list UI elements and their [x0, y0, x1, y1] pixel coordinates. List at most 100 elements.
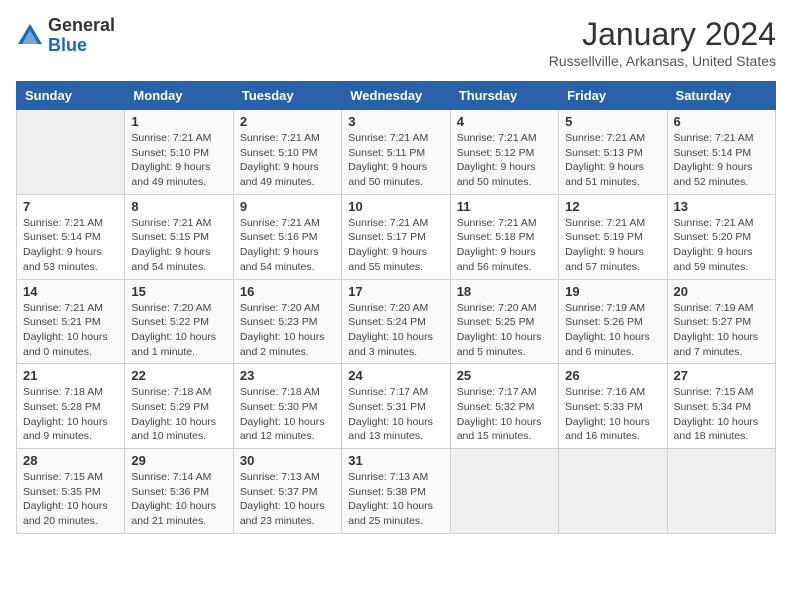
- calendar-cell: 30Sunrise: 7:13 AM Sunset: 5:37 PM Dayli…: [233, 449, 341, 534]
- day-number: 12: [565, 199, 660, 214]
- day-info: Sunrise: 7:14 AM Sunset: 5:36 PM Dayligh…: [131, 470, 226, 529]
- day-number: 13: [674, 199, 769, 214]
- calendar-cell: 6 Sunrise: 7:21 AM Sunset: 5:14 PM Daylig…: [667, 110, 775, 195]
- weekday-header-sunday: Sunday: [17, 82, 125, 110]
- day-info: Sunrise: 7:21 AM Sunset: 5:14 PM Dayligh…: [674, 131, 769, 190]
- calendar-table: SundayMondayTuesdayWednesdayThursdayFrid…: [16, 81, 776, 534]
- day-number: 10: [348, 199, 443, 214]
- day-number: 7: [23, 199, 118, 214]
- calendar-cell: 11Sunrise: 7:21 AM Sunset: 5:18 PM Dayli…: [450, 194, 558, 279]
- day-number: 27: [674, 368, 769, 383]
- week-row-1: 1 Sunrise: 7:21 AM Sunset: 5:10 PM Daylig…: [17, 110, 776, 195]
- day-number: 15: [131, 284, 226, 299]
- day-info: Sunrise: 7:21 AM Sunset: 5:10 PM Dayligh…: [131, 131, 226, 190]
- day-number: 21: [23, 368, 118, 383]
- logo: General Blue: [16, 16, 115, 56]
- day-info: Sunrise: 7:21 AM Sunset: 5:10 PM Dayligh…: [240, 131, 335, 190]
- day-number: 22: [131, 368, 226, 383]
- week-row-2: 7 Sunrise: 7:21 AM Sunset: 5:14 PM Daylig…: [17, 194, 776, 279]
- calendar-cell: 1 Sunrise: 7:21 AM Sunset: 5:10 PM Daylig…: [125, 110, 233, 195]
- weekday-header-wednesday: Wednesday: [342, 82, 450, 110]
- day-info: Sunrise: 7:20 AM Sunset: 5:22 PM Dayligh…: [131, 301, 226, 360]
- day-number: 1: [131, 114, 226, 129]
- day-number: 16: [240, 284, 335, 299]
- calendar-cell: 10 Sunrise: 7:21 AM Sunset: 5:17 PM Dayli…: [342, 194, 450, 279]
- day-info: Sunrise: 7:21 AM Sunset: 5:20 PM Dayligh…: [674, 216, 769, 275]
- calendar-cell: 28 Sunrise: 7:15 AM Sunset: 5:35 PM Dayli…: [17, 449, 125, 534]
- calendar-cell: 7 Sunrise: 7:21 AM Sunset: 5:14 PM Daylig…: [17, 194, 125, 279]
- calendar-cell: 14Sunrise: 7:21 AM Sunset: 5:21 PM Dayli…: [17, 279, 125, 364]
- day-number: 24: [348, 368, 443, 383]
- day-info: Sunrise: 7:21 AM Sunset: 5:13 PM Dayligh…: [565, 131, 660, 190]
- calendar-cell: 12 Sunrise: 7:21 AM Sunset: 5:19 PM Dayli…: [559, 194, 667, 279]
- week-row-3: 14Sunrise: 7:21 AM Sunset: 5:21 PM Dayli…: [17, 279, 776, 364]
- day-info: Sunrise: 7:21 AM Sunset: 5:16 PM Dayligh…: [240, 216, 335, 275]
- day-number: 9: [240, 199, 335, 214]
- calendar-cell: 13 Sunrise: 7:21 AM Sunset: 5:20 PM Dayli…: [667, 194, 775, 279]
- calendar-cell: [559, 449, 667, 534]
- day-number: 18: [457, 284, 552, 299]
- day-info: Sunrise: 7:15 AM Sunset: 5:35 PM Dayligh…: [23, 470, 118, 529]
- day-number: 6: [674, 114, 769, 129]
- calendar-cell: 19 Sunrise: 7:19 AM Sunset: 5:26 PM Dayli…: [559, 279, 667, 364]
- weekday-header-thursday: Thursday: [450, 82, 558, 110]
- calendar-cell: 22Sunrise: 7:18 AM Sunset: 5:29 PM Dayli…: [125, 364, 233, 449]
- calendar-cell: 9 Sunrise: 7:21 AM Sunset: 5:16 PM Daylig…: [233, 194, 341, 279]
- day-info: Sunrise: 7:18 AM Sunset: 5:30 PM Dayligh…: [240, 385, 335, 444]
- day-number: 5: [565, 114, 660, 129]
- day-number: 28: [23, 453, 118, 468]
- calendar-cell: [17, 110, 125, 195]
- day-info: Sunrise: 7:20 AM Sunset: 5:24 PM Dayligh…: [348, 301, 443, 360]
- calendar-cell: 4 Sunrise: 7:21 AM Sunset: 5:12 PM Daylig…: [450, 110, 558, 195]
- week-row-5: 28 Sunrise: 7:15 AM Sunset: 5:35 PM Dayli…: [17, 449, 776, 534]
- day-info: Sunrise: 7:16 AM Sunset: 5:33 PM Dayligh…: [565, 385, 660, 444]
- weekday-header-saturday: Saturday: [667, 82, 775, 110]
- weekday-header-tuesday: Tuesday: [233, 82, 341, 110]
- calendar-cell: 16 Sunrise: 7:20 AM Sunset: 5:23 PM Dayli…: [233, 279, 341, 364]
- day-number: 31: [348, 453, 443, 468]
- day-number: 3: [348, 114, 443, 129]
- calendar-cell: 20Sunrise: 7:19 AM Sunset: 5:27 PM Dayli…: [667, 279, 775, 364]
- day-number: 26: [565, 368, 660, 383]
- month-title: January 2024: [549, 16, 776, 53]
- logo-text: General Blue: [48, 16, 115, 56]
- day-info: Sunrise: 7:20 AM Sunset: 5:23 PM Dayligh…: [240, 301, 335, 360]
- day-info: Sunrise: 7:21 AM Sunset: 5:12 PM Dayligh…: [457, 131, 552, 190]
- page-header: General Blue January 2024 Russellville, …: [16, 16, 776, 69]
- calendar-cell: 8Sunrise: 7:21 AM Sunset: 5:15 PM Daylig…: [125, 194, 233, 279]
- day-info: Sunrise: 7:15 AM Sunset: 5:34 PM Dayligh…: [674, 385, 769, 444]
- day-number: 20: [674, 284, 769, 299]
- day-info: Sunrise: 7:21 AM Sunset: 5:19 PM Dayligh…: [565, 216, 660, 275]
- calendar-cell: 25Sunrise: 7:17 AM Sunset: 5:32 PM Dayli…: [450, 364, 558, 449]
- day-info: Sunrise: 7:21 AM Sunset: 5:17 PM Dayligh…: [348, 216, 443, 275]
- calendar-cell: 29Sunrise: 7:14 AM Sunset: 5:36 PM Dayli…: [125, 449, 233, 534]
- day-number: 19: [565, 284, 660, 299]
- day-number: 8: [131, 199, 226, 214]
- calendar-cell: 26 Sunrise: 7:16 AM Sunset: 5:33 PM Dayli…: [559, 364, 667, 449]
- calendar-cell: 21 Sunrise: 7:18 AM Sunset: 5:28 PM Dayli…: [17, 364, 125, 449]
- day-info: Sunrise: 7:21 AM Sunset: 5:18 PM Dayligh…: [457, 216, 552, 275]
- day-info: Sunrise: 7:17 AM Sunset: 5:31 PM Dayligh…: [348, 385, 443, 444]
- calendar-cell: 23Sunrise: 7:18 AM Sunset: 5:30 PM Dayli…: [233, 364, 341, 449]
- weekday-header-friday: Friday: [559, 82, 667, 110]
- day-info: Sunrise: 7:21 AM Sunset: 5:14 PM Dayligh…: [23, 216, 118, 275]
- day-number: 30: [240, 453, 335, 468]
- calendar-cell: 17Sunrise: 7:20 AM Sunset: 5:24 PM Dayli…: [342, 279, 450, 364]
- weekday-header-row: SundayMondayTuesdayWednesdayThursdayFrid…: [17, 82, 776, 110]
- calendar-cell: [450, 449, 558, 534]
- day-number: 14: [23, 284, 118, 299]
- weekday-header-monday: Monday: [125, 82, 233, 110]
- day-number: 2: [240, 114, 335, 129]
- calendar-cell: 27 Sunrise: 7:15 AM Sunset: 5:34 PM Dayli…: [667, 364, 775, 449]
- day-info: Sunrise: 7:20 AM Sunset: 5:25 PM Dayligh…: [457, 301, 552, 360]
- title-block: January 2024 Russellville, Arkansas, Uni…: [549, 16, 776, 69]
- day-number: 4: [457, 114, 552, 129]
- calendar-cell: 15 Sunrise: 7:20 AM Sunset: 5:22 PM Dayli…: [125, 279, 233, 364]
- calendar-cell: 31Sunrise: 7:13 AM Sunset: 5:38 PM Dayli…: [342, 449, 450, 534]
- calendar-cell: 3Sunrise: 7:21 AM Sunset: 5:11 PM Daylig…: [342, 110, 450, 195]
- day-number: 25: [457, 368, 552, 383]
- location: Russellville, Arkansas, United States: [549, 53, 776, 69]
- calendar-cell: 5 Sunrise: 7:21 AM Sunset: 5:13 PM Daylig…: [559, 110, 667, 195]
- day-info: Sunrise: 7:18 AM Sunset: 5:28 PM Dayligh…: [23, 385, 118, 444]
- day-info: Sunrise: 7:19 AM Sunset: 5:26 PM Dayligh…: [565, 301, 660, 360]
